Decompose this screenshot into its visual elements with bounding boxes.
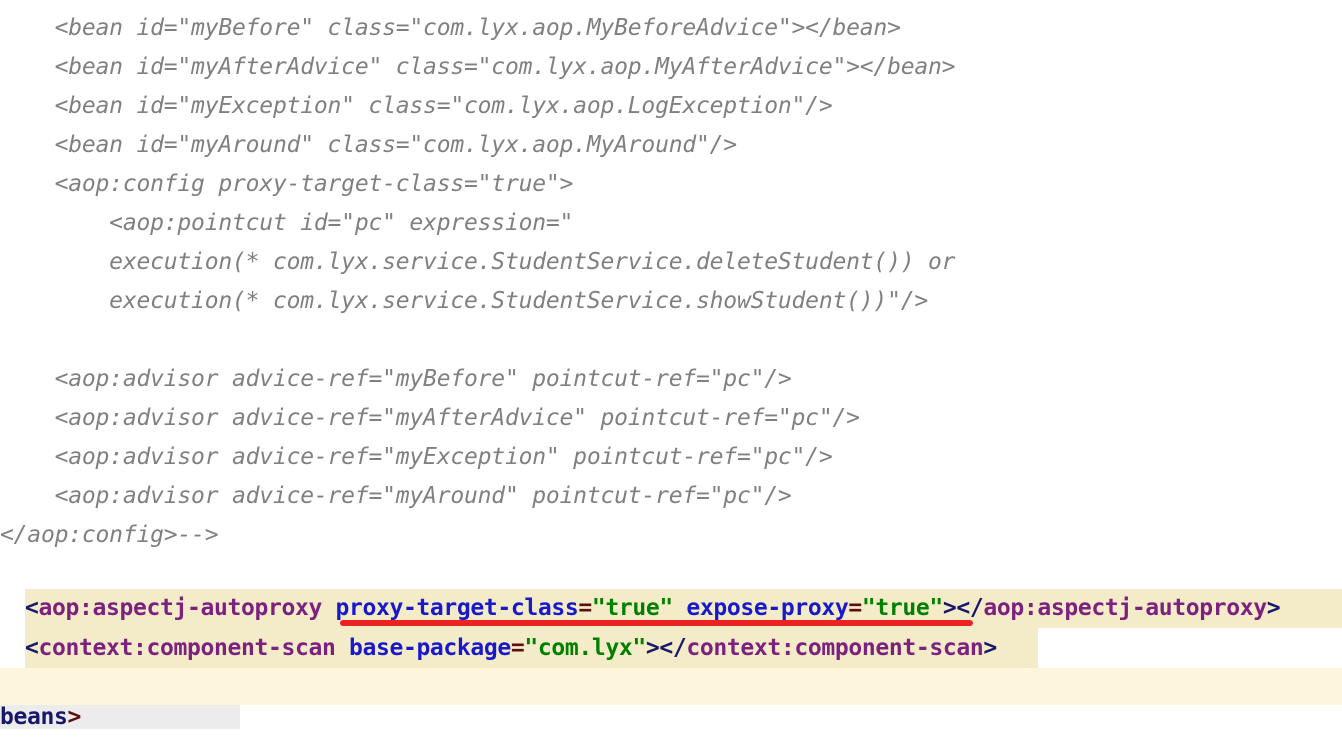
comment-line: execution(* com.lyx.service.StudentServi…	[0, 288, 929, 314]
comment-line: <bean id="myBefore" class="com.lyx.aop.M…	[0, 15, 901, 41]
closing-tag-name-beans: beans	[0, 704, 68, 730]
code-line-beans-close[interactable]: beans>	[0, 698, 81, 737]
code-line-component-scan[interactable]: <context:component-scan base-package="co…	[25, 629, 997, 668]
attribute-expose-proxy: expose-proxy	[686, 595, 849, 621]
comment-line: <aop:advisor advice-ref="myException" po…	[0, 444, 833, 470]
closing-tag-bracket: >	[67, 704, 82, 730]
open-angle-bracket: <	[25, 595, 39, 621]
comment-line: <aop:advisor advice-ref="myBefore" point…	[0, 366, 792, 392]
code-editor-viewport[interactable]: <bean id="myBefore" class="com.lyx.aop.M…	[0, 0, 1342, 730]
comment-line: <bean id="myAround" class="com.lyx.aop.M…	[0, 132, 738, 158]
comment-line: execution(* com.lyx.service.StudentServi…	[0, 249, 956, 275]
closing-tag-bracket: >	[1266, 595, 1281, 621]
comment-line: <bean id="myAfterAdvice" class="com.lyx.…	[0, 54, 956, 80]
equals-sign: =	[578, 595, 592, 621]
commented-xml-block: <bean id="myBefore" class="com.lyx.aop.M…	[0, 0, 1342, 555]
equals-sign: =	[848, 595, 862, 621]
highlight-band-blank-line	[0, 668, 1342, 705]
comment-line: <aop:advisor advice-ref="myAfterAdvice" …	[0, 405, 860, 431]
attribute-value-true: "true"	[591, 595, 673, 621]
comment-line: </aop:config>-->	[0, 522, 219, 548]
attribute-base-package: base-package	[348, 635, 511, 661]
comment-line: <aop:advisor advice-ref="myAround" point…	[0, 483, 792, 509]
close-angle-bracket: >	[942, 595, 957, 621]
closing-tag-bracket: >	[983, 635, 997, 661]
red-underline-annotation	[340, 620, 973, 626]
open-angle-bracket: <	[25, 635, 39, 661]
attribute-value-true: "true"	[861, 595, 943, 621]
closing-tag-open: </	[956, 595, 984, 621]
tag-name-context-component-scan: context:component-scan	[38, 635, 336, 661]
attribute-proxy-target-class: proxy-target-class	[335, 595, 579, 621]
comment-line: <bean id="myException" class="com.lyx.ao…	[0, 93, 833, 119]
tag-name-aop-aspectj-autoproxy: aop:aspectj-autoproxy	[38, 595, 323, 621]
comment-line: <aop:config proxy-target-class="true">	[0, 171, 574, 197]
attribute-value-com-lyx: "com.lyx"	[524, 635, 646, 661]
comment-blank-line	[0, 321, 1342, 360]
closing-tag-open: </	[659, 635, 687, 661]
closing-tag-name-aop-aspectj-autoproxy: aop:aspectj-autoproxy	[983, 595, 1267, 621]
comment-line: <aop:pointcut id="pc" expression="	[0, 210, 574, 236]
closing-tag-name-context-component-scan: context:component-scan	[686, 635, 984, 661]
close-angle-bracket: >	[645, 635, 660, 661]
equals-sign: =	[510, 635, 525, 661]
